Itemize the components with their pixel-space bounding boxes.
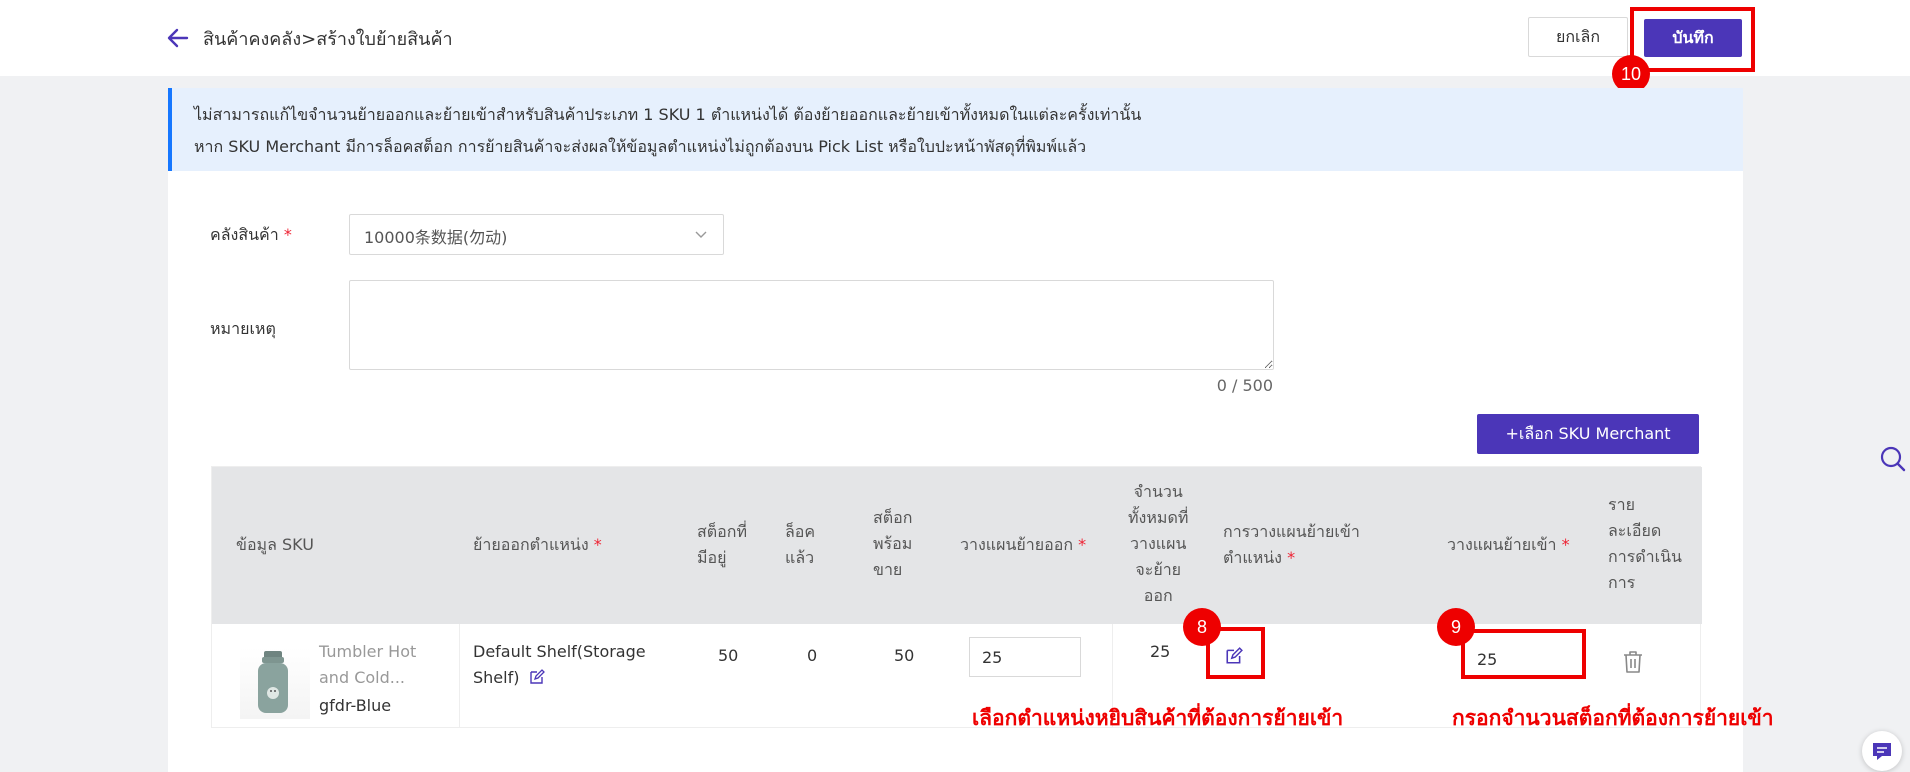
move-out-location: Default Shelf(Storage Shelf): [473, 642, 646, 687]
chevron-down-icon: [695, 231, 707, 238]
column-divider: [459, 624, 460, 728]
location-hint-text: เลือกตำแหน่งหยิบสินค้าที่ต้องการย้ายเข้า: [972, 705, 1344, 730]
select-sku-merchant-button[interactable]: +เลือก SKU Merchant: [1477, 414, 1699, 454]
th-plan-out: วางแผนย้ายออก *: [960, 535, 1087, 554]
quantity-hint-text: กรอกจำนวนสต็อกที่ต้องการย้ายเข้า: [1452, 705, 1774, 730]
warehouse-select[interactable]: 10000条数据(勿动): [349, 214, 724, 255]
th-actions: ราย ละเอียด การดำเนิน การ: [1608, 495, 1682, 592]
edit-icon[interactable]: [529, 669, 545, 685]
remark-textarea[interactable]: [349, 280, 1274, 370]
product-variant: gfdr-Blue: [319, 696, 392, 715]
search-icon[interactable]: [1880, 444, 1906, 474]
notice-line-1: ไม่สามารถแก้ไขจำนวนย้ายออกและย้ายเข้าสำห…: [194, 105, 1142, 124]
notice-line-2: หาก SKU Merchant มีการล็อคสต็อก การย้ายส…: [194, 137, 1087, 156]
trash-icon[interactable]: [1622, 650, 1644, 674]
th-sku-info: ข้อมูล SKU: [236, 535, 314, 554]
sku-table: ข้อมูล SKU ย้ายออกตำแหน่ง * สต็อกที่ มีอย…: [211, 466, 1702, 728]
breadcrumb: สินค้าคงคลัง>สร้างใบย้ายสินค้า: [203, 29, 453, 50]
cell-on-hand: 50: [718, 646, 739, 665]
table-header: ข้อมูล SKU ย้ายออกตำแหน่ง * สต็อกที่ มีอย…: [212, 467, 1702, 624]
plan-in-input[interactable]: [1465, 639, 1573, 679]
tumbler-image: [258, 651, 288, 713]
product-thumbnail: [240, 647, 310, 719]
th-on-hand: สต็อกที่ มีอยู่: [697, 522, 747, 567]
plan-out-input[interactable]: [969, 637, 1081, 677]
warehouse-select-value: 10000条数据(勿动): [364, 228, 508, 247]
edit-icon[interactable]: [1225, 647, 1243, 665]
warehouse-label: คลังสินค้า *: [210, 225, 292, 244]
arrow-left-icon[interactable]: [165, 25, 191, 51]
cancel-button[interactable]: ยกเลิก: [1528, 17, 1628, 57]
save-button[interactable]: บันทึก: [1644, 19, 1742, 57]
th-plan-in-location: การวางแผนย้ายเข้า ตำแหน่ง *: [1223, 522, 1360, 567]
th-total-plan-out: จำนวน ทั้งหมดที่ วางแผน จะย้าย ออก: [1128, 482, 1189, 605]
chat-button[interactable]: [1862, 731, 1902, 771]
main-panel: ไม่สามารถแก้ไขจำนวนย้ายออกและย้ายเข้าสำห…: [168, 88, 1743, 772]
th-available: สต็อก พร้อม ขาย: [873, 508, 913, 579]
cell-locked: 0: [807, 646, 818, 665]
notice-banner: ไม่สามารถแก้ไขจำนวนย้ายออกและย้ายเข้าสำห…: [168, 88, 1743, 171]
step-badge-8: 8: [1183, 608, 1221, 646]
remark-counter: 0 / 500: [1216, 376, 1273, 395]
step-badge-9: 9: [1437, 608, 1475, 646]
product-name: Tumbler Hot and Cold...: [319, 642, 417, 687]
cell-total-plan-out: 25: [1150, 642, 1171, 661]
th-move-out-location: ย้ายออกตำแหน่ง *: [473, 535, 602, 554]
th-locked: ล็อค แล้ว: [785, 522, 816, 567]
chat-icon: [1873, 743, 1891, 760]
th-plan-in: วางแผนย้ายเข้า *: [1447, 535, 1570, 554]
cell-available: 50: [894, 646, 915, 665]
remark-label: หมายเหตุ: [210, 319, 276, 338]
